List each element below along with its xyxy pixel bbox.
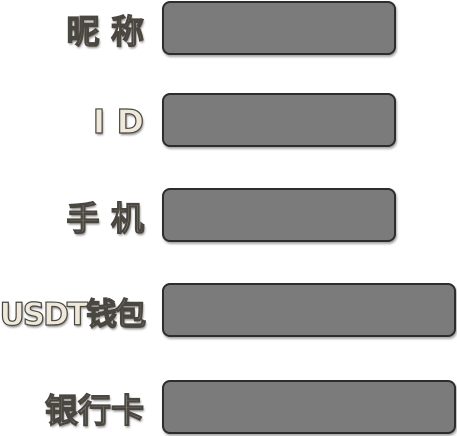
bank-card-row: 银行卡 [0, 380, 457, 436]
phone-row: 手 机 [0, 188, 457, 244]
id-label: I D [92, 101, 144, 141]
usdt-wallet-label: USDT钱包 [0, 296, 147, 333]
nickname-field[interactable] [162, 1, 396, 55]
bank-card-label: 银行卡 [44, 390, 144, 430]
nickname-label: 昵 称 [66, 11, 145, 51]
id-field[interactable] [162, 93, 396, 147]
bank-card-field[interactable] [162, 380, 456, 434]
phone-field[interactable] [162, 188, 396, 242]
id-row: I D [0, 93, 457, 149]
usdt-wallet-row: USDT钱包 [0, 283, 457, 339]
phone-label: 手 机 [66, 198, 145, 238]
usdt-wallet-field[interactable] [162, 283, 456, 337]
nickname-row: 昵 称 [0, 1, 457, 57]
profile-form: 昵 称 I D 手 机 USDT钱包 银行卡 [0, 0, 457, 436]
